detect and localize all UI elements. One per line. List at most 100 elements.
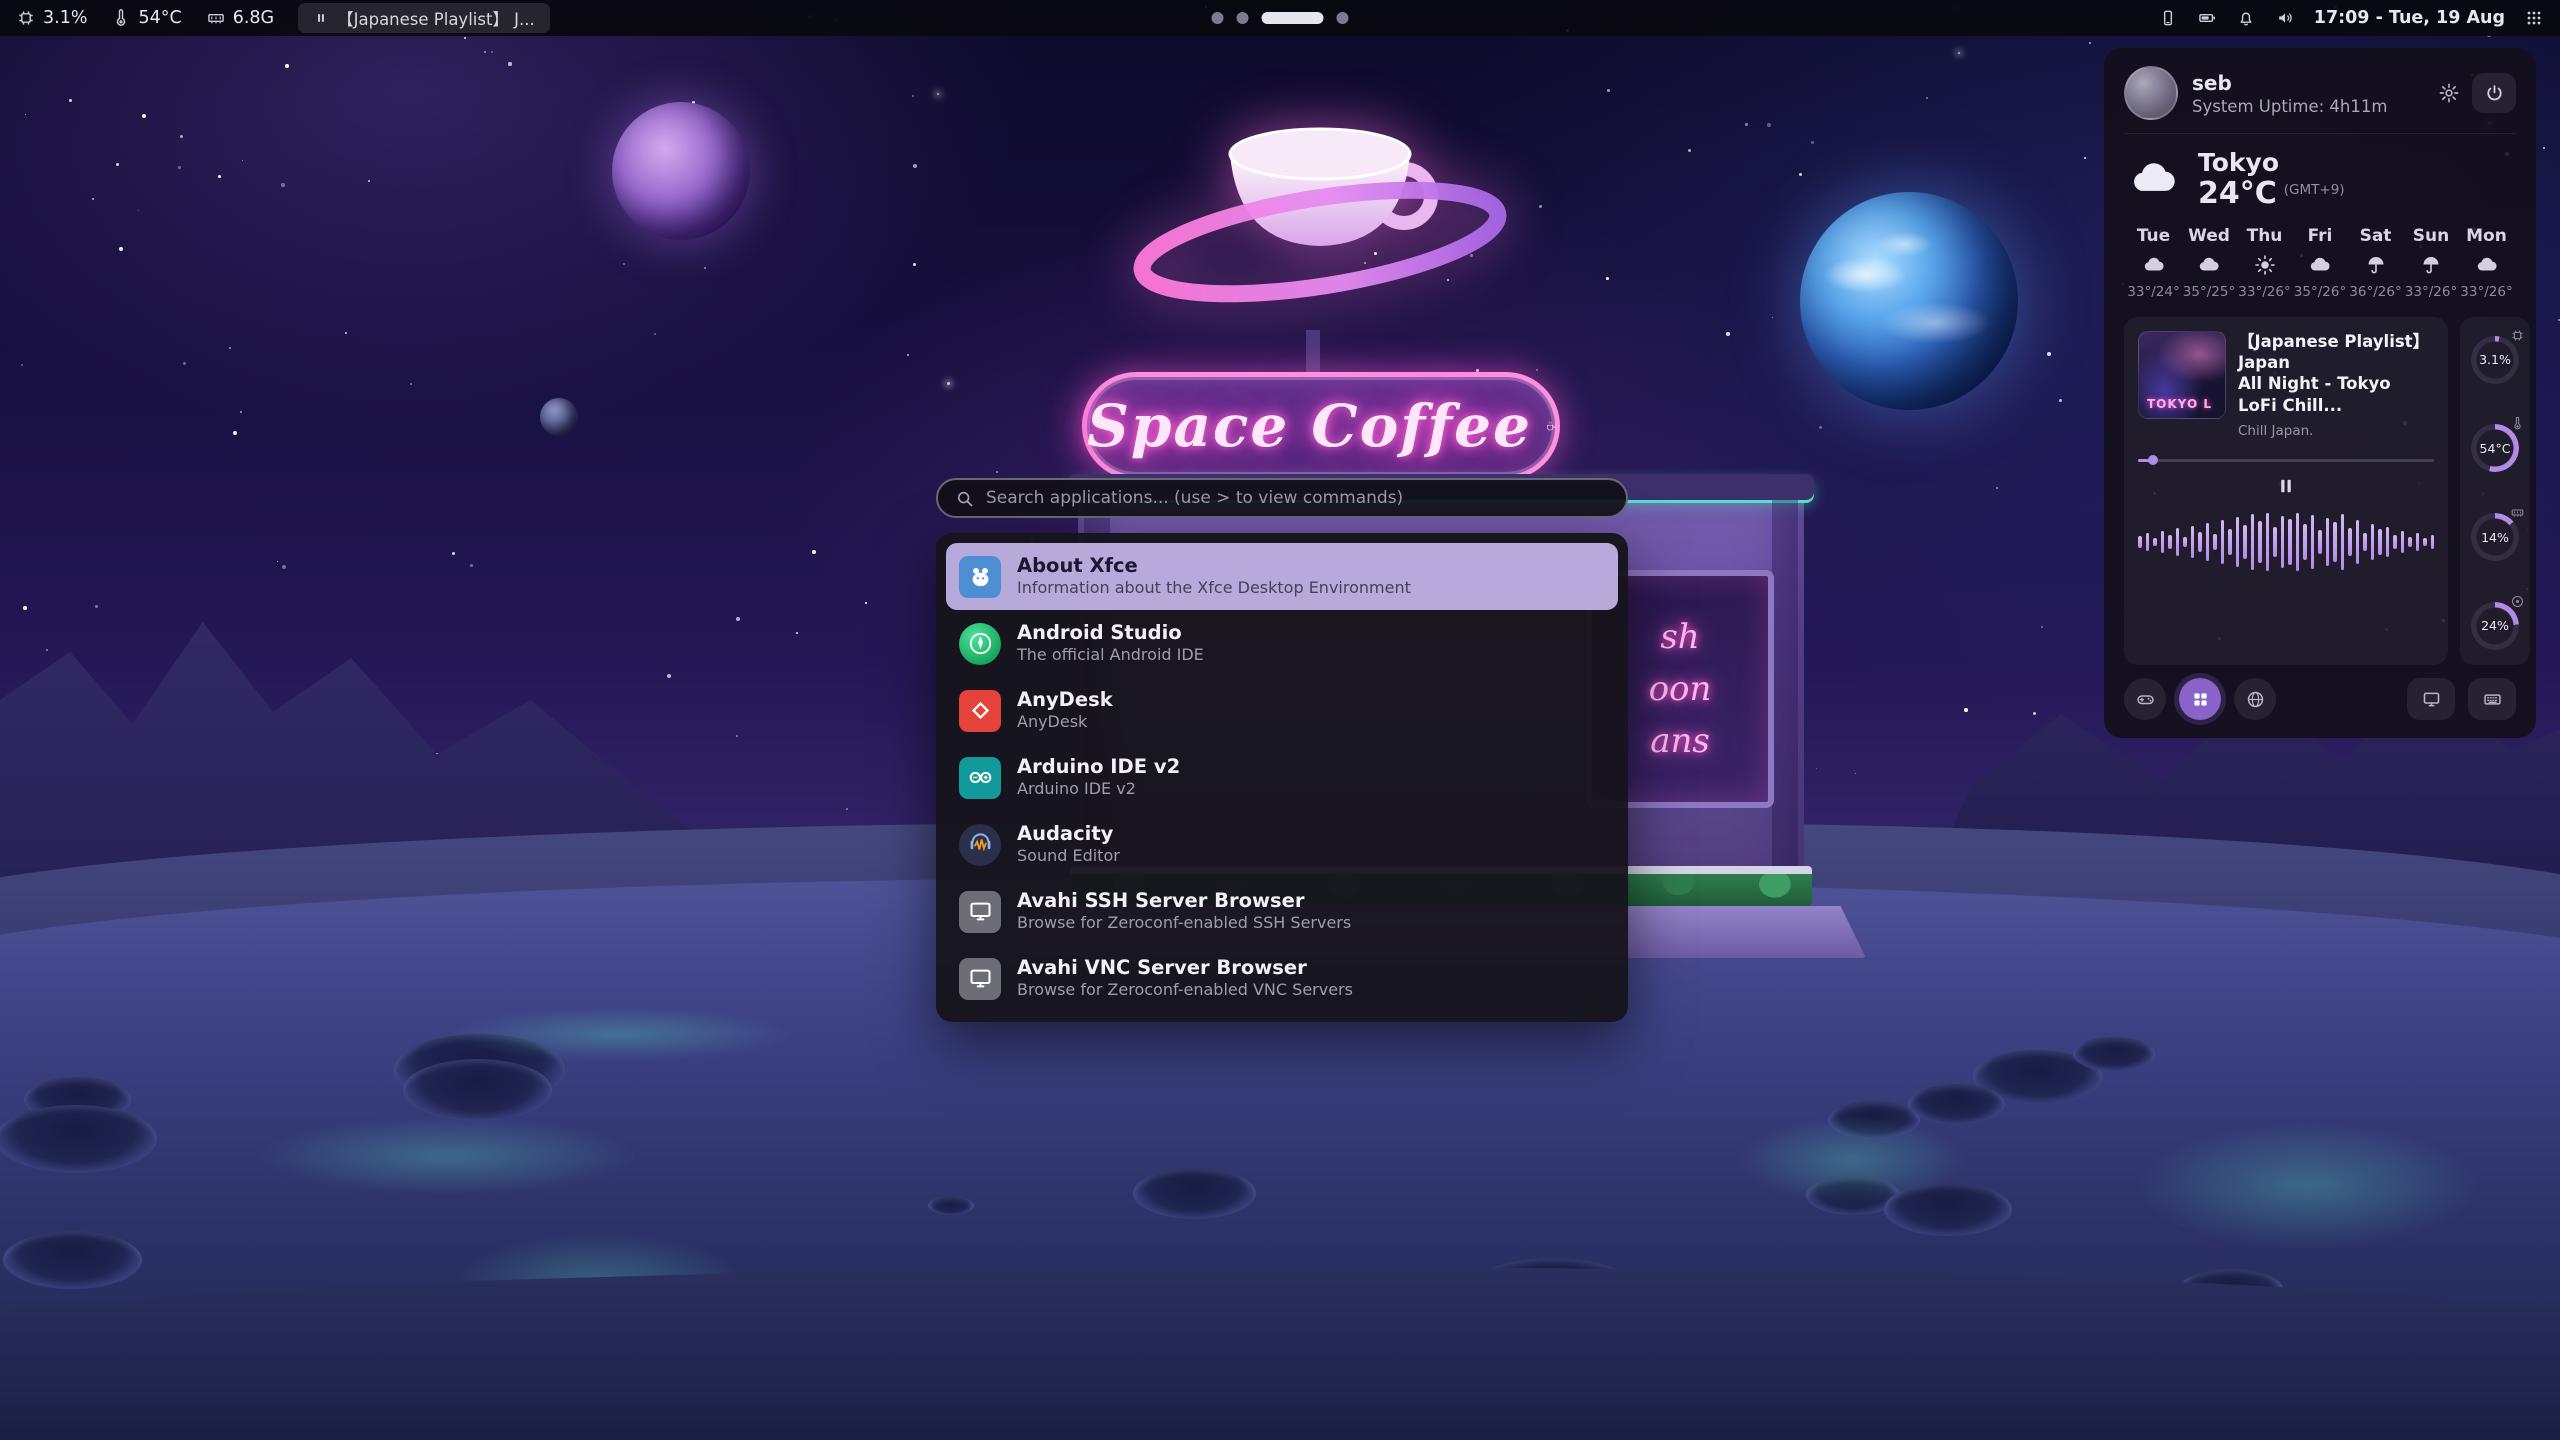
result-subtitle: Sound Editor <box>1017 846 1120 867</box>
star <box>69 99 72 102</box>
android-studio-app-icon <box>959 623 1001 665</box>
star <box>812 550 816 554</box>
launcher-result[interactable]: Avahi SSH Server BrowserBrowse for Zeroc… <box>946 878 1618 945</box>
cpu-gauge: 3.1% <box>2468 329 2522 387</box>
apps-grid-icon[interactable] <box>2524 8 2544 28</box>
star <box>116 163 119 166</box>
gauge-value: 54°C <box>2471 424 2519 472</box>
search-input[interactable] <box>986 488 1610 508</box>
visualizer-bar <box>2183 537 2187 547</box>
workspace-dot[interactable] <box>1212 12 1224 24</box>
forecast-day-label: Mon <box>2466 226 2507 246</box>
workspace-dot[interactable] <box>1237 12 1249 24</box>
visualizer-bar <box>2273 527 2277 557</box>
track-title-line1: 【Japanese Playlist】 Japan <box>2238 331 2434 374</box>
memory-icon <box>206 8 226 28</box>
gauge-value: 3.1% <box>2471 336 2519 384</box>
visualizer-bar <box>2333 522 2337 562</box>
gauge-value: 24% <box>2471 602 2519 650</box>
pause-button[interactable] <box>2273 473 2299 499</box>
device-icon[interactable] <box>2158 8 2178 28</box>
apps-button[interactable] <box>2179 678 2221 720</box>
notifications-bell-icon[interactable] <box>2236 8 2256 28</box>
star <box>1470 254 1473 257</box>
app-launcher: About XfceInformation about the Xfce Des… <box>936 478 1628 1022</box>
teal-glow <box>256 1116 639 1196</box>
launcher-result[interactable]: Avahi VNC Server BrowserBrowse for Zeroc… <box>946 945 1618 1012</box>
xfce-app-icon <box>959 556 1001 598</box>
forecast-temps: 35°/26° <box>2294 284 2346 300</box>
star <box>464 37 466 39</box>
track-progress-bar[interactable] <box>2138 455 2434 465</box>
settings-gear-button[interactable] <box>2438 82 2460 104</box>
star <box>2543 147 2545 149</box>
audio-visualizer <box>2138 509 2434 575</box>
launcher-result[interactable]: AnyDeskAnyDesk <box>946 677 1618 744</box>
crater <box>3 1231 142 1289</box>
now-playing-pill[interactable]: 【Japanese Playlist】 J... <box>298 3 550 33</box>
launcher-result[interactable]: Android StudioThe official Android IDE <box>946 610 1618 677</box>
forecast-day: Fri35°/26° <box>2293 226 2348 300</box>
gamepad-button[interactable] <box>2124 678 2166 720</box>
star <box>2089 42 2091 44</box>
visualizer-bar <box>2161 531 2165 553</box>
result-subtitle: Browse for Zeroconf-enabled VNC Servers <box>1017 980 1353 1001</box>
cpu-icon <box>2510 328 2525 343</box>
weather-timezone: (GMT+9) <box>2284 182 2345 198</box>
forecast-temps: 33°/26° <box>2405 284 2457 300</box>
progress-handle[interactable] <box>2148 455 2158 465</box>
volume-icon[interactable] <box>2275 8 2295 28</box>
search-icon <box>954 488 975 509</box>
thermometer-icon <box>111 8 131 28</box>
star <box>913 164 917 168</box>
music-player-card: TOKYO L 【Japanese Playlist】 Japan All Ni… <box>2124 317 2448 666</box>
cloud-icon <box>2475 253 2499 277</box>
crater <box>0 1105 157 1173</box>
result-subtitle: The official Android IDE <box>1017 645 1204 666</box>
display-button[interactable] <box>2407 678 2455 720</box>
star <box>1964 708 1968 712</box>
result-subtitle: Browse for Zeroconf-enabled SSH Servers <box>1017 913 1351 934</box>
star <box>1439 192 1440 193</box>
star <box>23 606 27 610</box>
launcher-results: About XfceInformation about the Xfce Des… <box>936 533 1628 1022</box>
star <box>1607 89 1610 92</box>
crater <box>1133 1168 1256 1219</box>
window-neon-text: ans <box>1650 715 1710 767</box>
star <box>183 362 186 365</box>
workspace-indicator[interactable] <box>1212 12 1349 24</box>
launcher-result[interactable]: About XfceInformation about the Xfce Des… <box>946 543 1618 610</box>
visualizer-bar <box>2393 535 2397 549</box>
cpu-stat: 3.1% <box>16 8 87 28</box>
star <box>1726 332 1730 336</box>
visualizer-bar <box>2311 515 2315 569</box>
weather-forecast: Tue33°/24°Wed35°/25°Thu33°/26°Fri35°/26°… <box>2124 224 2516 304</box>
floating-cup-with-ring <box>1118 92 1522 344</box>
track-subtitle: Chill Japan. <box>2238 423 2434 439</box>
arduino-app-icon <box>959 757 1001 799</box>
star <box>491 51 493 53</box>
star <box>470 564 473 567</box>
star <box>912 95 914 97</box>
battery-icon[interactable] <box>2197 8 2217 28</box>
visualizer-bar <box>2213 534 2217 550</box>
star <box>240 411 242 413</box>
purple-planet <box>612 102 750 240</box>
star <box>1669 557 1671 559</box>
power-button[interactable] <box>2472 73 2516 113</box>
workspace-dot[interactable] <box>1337 12 1349 24</box>
launcher-result[interactable]: Arduino IDE v2Arduino IDE v2 <box>946 744 1618 811</box>
star <box>736 617 740 621</box>
launcher-result[interactable]: AudacitySound Editor <box>946 811 1618 878</box>
result-title: Audacity <box>1017 822 1120 846</box>
weather-card: Tokyo 24°C (GMT+9) <box>2124 147 2516 211</box>
search-bar[interactable] <box>936 478 1628 518</box>
visualizer-bar <box>2236 517 2240 567</box>
star <box>218 175 221 178</box>
visualizer-bar <box>2296 513 2300 571</box>
workspace-active[interactable] <box>1262 12 1324 24</box>
visualizer-bar <box>2318 530 2322 554</box>
keyboard-button[interactable] <box>2468 678 2516 720</box>
system-uptime: System Uptime: 4h11m <box>2192 97 2387 116</box>
globe-button[interactable] <box>2234 678 2276 720</box>
